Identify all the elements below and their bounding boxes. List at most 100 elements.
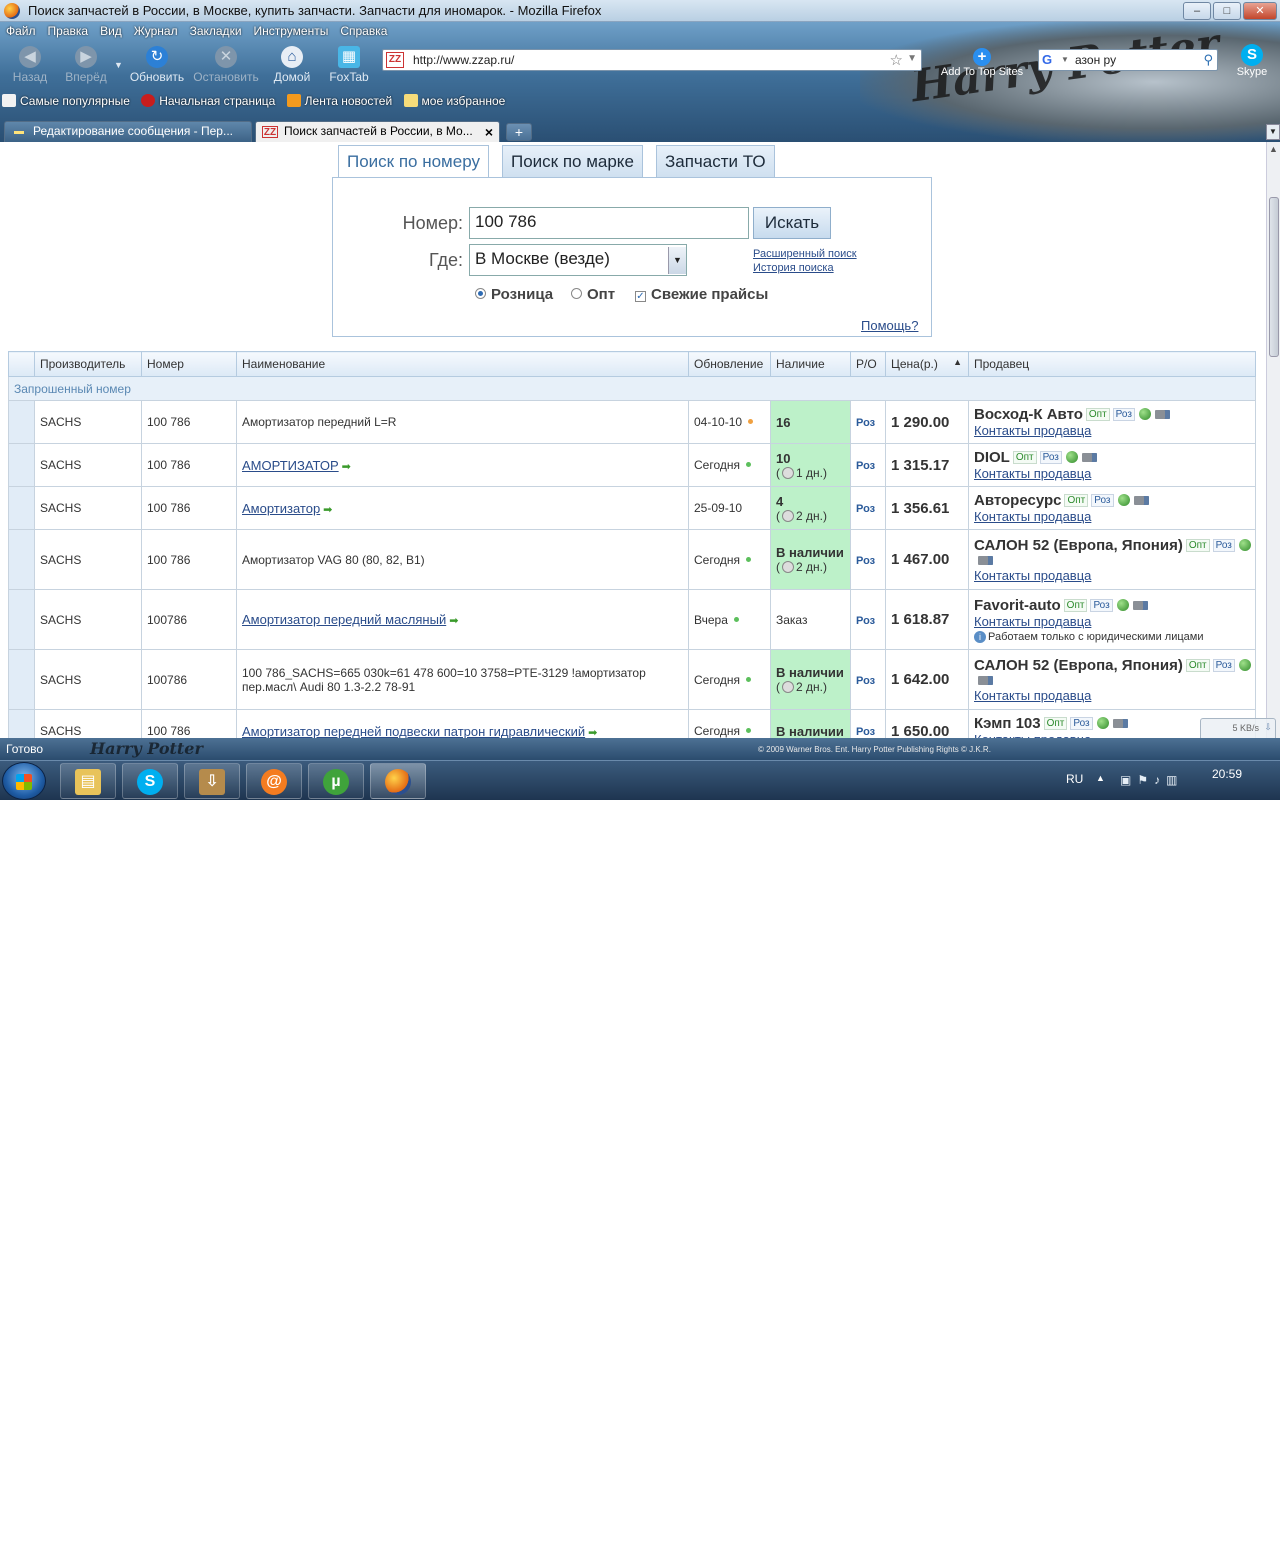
home-button[interactable]: ⌂ Домой [270, 46, 314, 86]
close-window-button[interactable]: ✕ [1243, 2, 1277, 20]
minimize-button[interactable]: – [1183, 2, 1211, 20]
ro-value[interactable]: Роз [856, 675, 875, 687]
roz-badge[interactable]: Роз [1091, 494, 1114, 507]
tab-search-by-number[interactable]: Поиск по номеру [338, 145, 489, 177]
ro-value[interactable]: Роз [856, 726, 875, 738]
globe-icon[interactable] [1238, 658, 1251, 671]
go-arrow-icon[interactable]: ➡ [449, 614, 458, 627]
scrollbar-thumb[interactable] [1269, 197, 1279, 357]
delivery-truck-icon[interactable] [978, 675, 993, 685]
taskbar-explorer[interactable]: ▤ [60, 763, 116, 799]
engine-dropdown-icon[interactable]: ▼ [1061, 55, 1069, 64]
taskbar-firefox[interactable] [370, 763, 426, 799]
clock[interactable]: 20:59 [1212, 767, 1242, 781]
skype-button[interactable]: S Skype [1232, 44, 1272, 78]
opt-badge[interactable]: Опт [1043, 717, 1068, 730]
ro-value[interactable]: Роз [856, 615, 875, 627]
google-icon[interactable]: G [1042, 52, 1058, 68]
column-name[interactable]: Наименование [236, 351, 689, 377]
column-maker[interactable]: Производитель [34, 351, 142, 377]
globe-icon[interactable] [1116, 598, 1129, 611]
ro-value[interactable]: Роз [856, 555, 875, 567]
go-arrow-icon[interactable]: ➡ [323, 503, 332, 516]
seller-contacts-link[interactable]: Контакты продавца [974, 688, 1091, 703]
history-dropdown-icon[interactable]: ▼ [114, 60, 123, 70]
search-input[interactable]: азон ру [1075, 53, 1116, 67]
ro-value[interactable]: Роз [856, 417, 875, 429]
menu-edit[interactable]: Правка [42, 22, 95, 38]
part-name-link[interactable]: Амортизатор передней подвески патрон гид… [242, 724, 585, 739]
opt-badge[interactable]: Опт [1063, 598, 1088, 612]
roz-badge[interactable]: Роз [1212, 658, 1235, 672]
language-indicator[interactable]: RU [1066, 772, 1083, 786]
column-price[interactable]: Цена(р.) ▲ [885, 351, 969, 377]
menu-history[interactable]: Журнал [128, 22, 184, 38]
stop-button[interactable]: ✕ Остановить [192, 46, 260, 86]
url-text[interactable]: http://www.zzap.ru/ [413, 53, 514, 67]
bookmark-news-feed[interactable]: Лента новостей [285, 92, 395, 110]
go-arrow-icon[interactable]: ➡ [342, 460, 351, 473]
forward-button[interactable]: ▶ Вперёд [62, 46, 110, 86]
delivery-truck-icon[interactable] [1081, 453, 1097, 462]
advanced-search-link[interactable]: Расширенный поиск [753, 248, 857, 260]
bookmark-start-page[interactable]: Начальная страница [139, 92, 277, 110]
tab-edit-message[interactable]: ▬ Редактирование сообщения - Пер... [4, 121, 252, 142]
tab-list-dropdown-icon[interactable]: ▼ [1266, 124, 1280, 140]
globe-icon[interactable] [1238, 538, 1251, 551]
search-box[interactable]: G ▼ азон ру ⚲ [1038, 49, 1218, 71]
menu-tools[interactable]: Инструменты [248, 22, 335, 38]
delivery-truck-icon[interactable] [1154, 410, 1170, 419]
url-dropdown-icon[interactable]: ▼ [907, 53, 917, 64]
tab-close-icon[interactable]: × [485, 124, 493, 140]
opt-badge[interactable]: Опт [1185, 658, 1210, 672]
column-updated[interactable]: Обновление [688, 351, 771, 377]
globe-icon[interactable] [1138, 408, 1151, 420]
show-hidden-icons-icon[interactable]: ▲ [1096, 773, 1105, 783]
roz-badge[interactable]: Роз [1039, 451, 1062, 464]
start-button[interactable] [2, 762, 46, 800]
foxtab-button[interactable]: ▦ FoxTab [326, 46, 372, 86]
tray-icons[interactable]: ▣⚑♪▥ [1120, 773, 1183, 787]
delivery-truck-icon[interactable] [1112, 719, 1128, 728]
taskbar-download-manager[interactable]: ⇩ [184, 763, 240, 799]
where-dropdown-icon[interactable]: ▼ [668, 247, 686, 274]
ro-value[interactable]: Роз [856, 460, 875, 472]
menu-help[interactable]: Справка [334, 22, 393, 38]
opt-badge[interactable]: Опт [1085, 408, 1110, 421]
bookmark-favorites-folder[interactable]: мое избранное [402, 92, 508, 110]
tab-search-by-brand[interactable]: Поиск по марке [502, 145, 643, 177]
part-name-link[interactable]: Амортизатор [242, 501, 320, 516]
add-top-sites-button[interactable]: + Add To Top Sites [937, 48, 1027, 78]
column-number[interactable]: Номер [141, 351, 237, 377]
number-input[interactable]: 100 786 [469, 207, 749, 239]
taskbar-mail[interactable]: @ [246, 763, 302, 799]
roz-badge[interactable]: Роз [1112, 408, 1135, 421]
wholesale-radio[interactable]: Опт [571, 286, 615, 303]
opt-badge[interactable]: Опт [1185, 538, 1210, 552]
menu-bookmarks[interactable]: Закладки [184, 22, 248, 38]
opt-badge[interactable]: Опт [1064, 494, 1089, 507]
roz-badge[interactable]: Роз [1070, 717, 1093, 730]
search-button[interactable]: Искать [753, 207, 831, 239]
search-history-link[interactable]: История поиска [753, 262, 834, 274]
column-availability[interactable]: Наличие [770, 351, 851, 377]
back-button[interactable]: ◀ Назад [8, 46, 52, 86]
tab-zzap-search[interactable]: ZZ Поиск запчастей в России, в Мо... × [255, 121, 500, 142]
part-name-link[interactable]: Амортизатор передний масляный [242, 612, 446, 627]
scroll-up-icon[interactable]: ▲ [1269, 144, 1278, 154]
bookmark-most-visited[interactable]: Самые популярные [0, 92, 132, 110]
reload-button[interactable]: ↻ Обновить [128, 46, 186, 86]
roz-badge[interactable]: Роз [1212, 538, 1235, 552]
vertical-scrollbar[interactable]: ▲ [1266, 142, 1280, 738]
retail-radio[interactable]: Розница [475, 286, 553, 303]
fresh-prices-checkbox[interactable]: ✓ Свежие прайсы [635, 286, 768, 303]
help-link[interactable]: Помощь? [861, 318, 918, 333]
seller-contacts-link[interactable]: Контакты продавца [974, 423, 1091, 438]
column-seller[interactable]: Продавец [968, 351, 1256, 377]
maximize-button[interactable]: □ [1213, 2, 1241, 20]
globe-icon[interactable] [1117, 494, 1130, 506]
column-ro[interactable]: Р/О [850, 351, 886, 377]
ro-value[interactable]: Роз [856, 503, 875, 515]
address-bar[interactable]: ZZ http://www.zzap.ru/ ☆ ▼ [382, 49, 922, 71]
seller-contacts-link[interactable]: Контакты продавца [974, 509, 1091, 524]
